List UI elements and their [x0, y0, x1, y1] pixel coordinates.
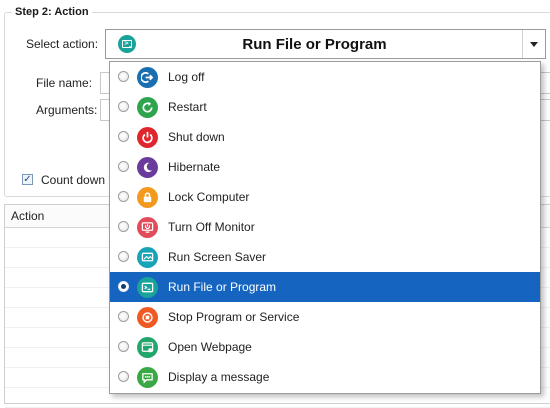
radio-button[interactable] [118, 341, 129, 352]
dropdown-item[interactable]: Restart [110, 92, 540, 122]
radio-button[interactable] [118, 131, 129, 142]
dropdown-item[interactable]: Stop Program or Service [110, 302, 540, 332]
count-down-label: Count down [41, 173, 106, 187]
dropdown-item-label: Log off [168, 70, 205, 84]
log-off-icon [137, 67, 158, 88]
dropdown-item[interactable]: Lock Computer [110, 182, 540, 212]
dropdown-item-label: Turn Off Monitor [168, 220, 255, 234]
radio-button[interactable] [118, 191, 129, 202]
webpage-icon [137, 337, 158, 358]
dropdown-item-label: Display a message [168, 370, 270, 384]
radio-button[interactable] [118, 161, 129, 172]
file-name-label: File name: [36, 76, 93, 90]
chevron-down-icon[interactable] [522, 30, 545, 58]
dropdown-item-label: Hibernate [168, 160, 221, 174]
moon-icon [137, 157, 158, 178]
radio-button[interactable] [118, 311, 129, 322]
arguments-label: Arguments: [36, 103, 98, 117]
dropdown-item-label: Run Screen Saver [168, 250, 267, 264]
dropdown-item[interactable]: Run File or Program [110, 272, 540, 302]
radio-button[interactable] [118, 251, 129, 262]
radio-button[interactable] [118, 281, 129, 292]
message-icon [137, 367, 158, 388]
dropdown-item[interactable]: Open Webpage [110, 332, 540, 362]
dropdown-item[interactable]: Shut down [110, 122, 540, 152]
dropdown-item[interactable]: Display a message [110, 362, 540, 392]
dropdown-item-label: Restart [168, 100, 207, 114]
radio-button[interactable] [118, 371, 129, 382]
dropdown-item-label: Open Webpage [168, 340, 252, 354]
screen-saver-icon [137, 247, 158, 268]
dropdown-item[interactable]: Run Screen Saver [110, 242, 540, 272]
dropdown-item[interactable]: Log off [110, 62, 540, 92]
selected-action-value: Run File or Program [242, 36, 387, 53]
count-down-checkbox[interactable]: ✓ [22, 174, 33, 185]
action-dropdown-list: Log off Restart Shut down Hibernate Lock Com… [109, 61, 541, 394]
restart-icon [137, 97, 158, 118]
monitor-off-icon [137, 217, 158, 238]
power-icon [137, 127, 158, 148]
lock-icon [137, 187, 158, 208]
dropdown-item-label: Run File or Program [168, 280, 277, 294]
radio-button[interactable] [118, 71, 129, 82]
select-action-label: Select action: [26, 37, 99, 51]
radio-button[interactable] [118, 101, 129, 112]
dropdown-item[interactable]: Turn Off Monitor [110, 212, 540, 242]
dropdown-item-label: Shut down [168, 130, 225, 144]
dropdown-item[interactable]: Hibernate [110, 152, 540, 182]
stop-icon [137, 307, 158, 328]
radio-button[interactable] [118, 221, 129, 232]
dropdown-item-label: Stop Program or Service [168, 310, 300, 324]
group-title: Step 2: Action [12, 6, 92, 18]
dropdown-item-label: Lock Computer [168, 190, 250, 204]
action-select[interactable]: >_ Run File or Program [105, 29, 546, 59]
terminal-icon [137, 277, 158, 298]
